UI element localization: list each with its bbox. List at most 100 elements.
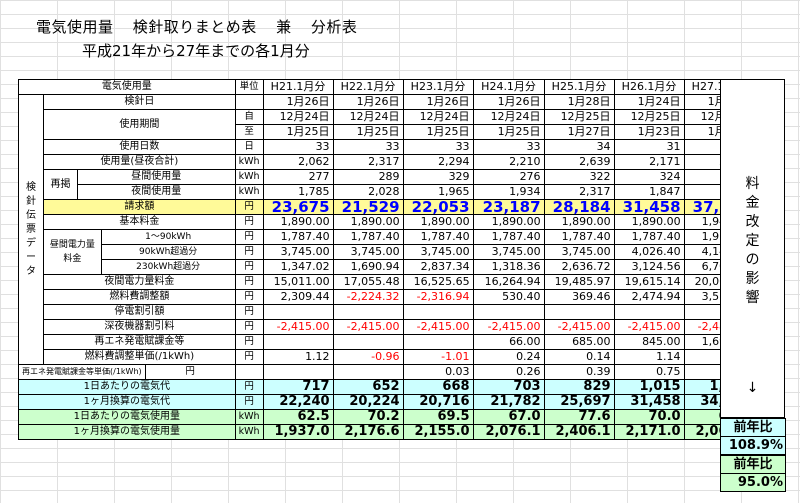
value-cell: 1月26日 — [262, 94, 334, 110]
value-cell: 1,318.36 — [472, 259, 545, 275]
row-unit: kWh — [234, 154, 264, 170]
value-cell: 0.03 — [402, 364, 474, 380]
value-cell: 3,745.00 — [402, 244, 474, 260]
page-title: 電気使用量 検針取りまとめ表 兼 分析表 — [36, 16, 371, 37]
value-cell: 1月25日 — [262, 124, 334, 140]
row-label: 使用日数 — [43, 139, 236, 155]
header-row: 電気使用量 単位 H21.1月分 H22.1月分 H23.1月分 H24.1月分 H25.1… — [18, 79, 755, 95]
value-cell: 2,309.44 — [262, 289, 334, 305]
value-cell: 1月25日 — [472, 124, 545, 140]
value-cell: 1月25日 — [332, 124, 404, 140]
value-cell: 1月26日 — [472, 94, 545, 110]
value-cell: 0.75 — [613, 364, 685, 380]
row-label: 燃料費調整単価(/1kWh) — [43, 349, 236, 365]
value-cell: 31,458 — [613, 394, 685, 410]
value-cell: 12月24日 — [332, 109, 404, 125]
value-cell: 2,062 — [262, 154, 334, 170]
table-row-month: 1ヶ月換算の電気代円 22,240 20,224 20,716 21,782 25,697… — [18, 394, 755, 410]
value-cell: 2,317 — [543, 184, 615, 200]
value-cell: 530.40 — [472, 289, 545, 305]
group-sublabel: 再掲 — [43, 169, 78, 200]
row-label: 1日あたりの電気使用量 — [18, 409, 236, 425]
value-cell: 2,176.6 — [332, 424, 404, 440]
title-part3: 兼 — [276, 18, 292, 36]
table-row-from: 使用期間自 12月24日 12月24日 12月24日 12月24日 12月25日 12月25… — [19, 109, 755, 140]
value-cell: 3,745.00 — [262, 244, 334, 260]
value-cell: 70.0 — [613, 409, 685, 425]
value-cell: 2,837.34 — [402, 259, 474, 275]
value-cell: 33 — [402, 139, 474, 155]
table-row-fuel_adj: 燃料費調整額円 2,309.44 -2,224.32 -2,316.94 530.40 3… — [19, 289, 755, 305]
table-row-use_month: 1ヶ月換算の電気使用量 kWh 1,937.0 2,176.6 2,155.0 2,076… — [18, 424, 755, 440]
value-cell: 1,890.00 — [543, 214, 615, 230]
value-cell: 12月24日 — [402, 109, 474, 125]
value-cell: 829 — [543, 379, 615, 395]
row-label: 停電割引額 — [43, 304, 236, 320]
value-cell: 2,076.1 — [472, 424, 545, 440]
page-subtitle: 平成21年から27年までの各1月分 — [82, 42, 310, 60]
value-cell: 1,690.94 — [332, 259, 404, 275]
row-unit: 円 — [234, 304, 264, 320]
header-unit: 単位 — [234, 79, 264, 95]
table-row-use_day: 1日あたりの電気使用量kWh62.570.269.567.077.670.066… — [18, 409, 755, 425]
table-row-billed: 請求額円 23,675 21,529 22,053 23,187 28,184 31,458… — [19, 199, 755, 215]
header-label: 電気使用量 — [18, 79, 236, 95]
rate-revision-note: 料金改定の影響 ↓ — [720, 79, 785, 418]
value-cell: -2,415.00 — [262, 319, 334, 335]
value-cell: 2,155.0 — [402, 424, 474, 440]
value-cell: 1,787.40 — [613, 229, 685, 245]
value-cell: -2,415.00 — [402, 319, 474, 335]
value-cell — [262, 364, 334, 380]
value-cell: 1月25日 — [402, 124, 474, 140]
value-cell: 1,785 — [262, 184, 334, 200]
row-unit: 円 — [234, 244, 264, 260]
row-unit: 円 — [234, 199, 264, 215]
value-cell: 3,124.56 — [613, 259, 685, 275]
header-col: H24.1月分 — [472, 79, 545, 95]
value-cell: 2,474.94 — [613, 289, 685, 305]
value-cell: 0.39 — [543, 364, 615, 380]
value-cell: -2,415.00 — [332, 319, 404, 335]
value-cell: 2,406.1 — [543, 424, 615, 440]
value-cell: 3,745.00 — [332, 244, 404, 260]
row-label: 検針日 — [43, 94, 236, 110]
row-unit: kWh — [234, 424, 264, 440]
value-cell: 2,171 — [613, 154, 685, 170]
value-cell: 62.5 — [262, 409, 334, 425]
value-cell: 20,716 — [402, 394, 474, 410]
value-cell: 23,187 — [472, 199, 545, 215]
cost-ratio-value: 108.9% — [728, 438, 783, 453]
value-cell — [543, 304, 615, 320]
table-row-kenshin: 検針伝票データ検針日 1月26日 1月26日 1月26日 1月26日 1月28日 1月24日… — [17, 94, 755, 365]
value-cell: -2,415.00 — [472, 319, 545, 335]
value-cell: 17,055.48 — [332, 274, 404, 290]
value-cell — [332, 304, 404, 320]
value-cell: 1月23日 — [613, 124, 685, 140]
value-cell: 4,026.40 — [613, 244, 685, 260]
value-cell: -2,415.00 — [543, 319, 615, 335]
table-row-renew: 再エネ発電賦課金等円66.00685.00845.001,697.00 — [19, 334, 755, 350]
value-cell: 3,745.00 — [543, 244, 615, 260]
value-cell: 12月25日 — [543, 109, 615, 125]
table-row-perday: 1日あたりの電気代円7176526687038291,0151,106 — [18, 379, 755, 395]
value-cell — [472, 304, 545, 320]
row-label: 1ヶ月換算の電気使用量 — [18, 424, 236, 440]
row-label: 90kWh超過分 — [100, 244, 236, 260]
value-cell: 1,847 — [613, 184, 685, 200]
value-cell: 21,782 — [472, 394, 545, 410]
down-arrow-icon: ↓ — [746, 380, 759, 396]
row-unit: kWh — [234, 184, 264, 200]
value-cell: 1,890.00 — [613, 214, 685, 230]
value-cell: -2,316.94 — [402, 289, 474, 305]
value-cell: 652 — [332, 379, 404, 395]
row-unit: 円 — [234, 379, 264, 395]
value-cell: 22,053 — [402, 199, 474, 215]
value-cell: 25,697 — [543, 394, 615, 410]
value-cell: 2,636.72 — [543, 259, 615, 275]
value-cell: 16,264.94 — [472, 274, 545, 290]
value-cell: 717 — [262, 379, 334, 395]
value-cell: 1,787.40 — [543, 229, 615, 245]
value-cell — [332, 334, 404, 350]
row-unit: 日 — [234, 139, 264, 155]
table-row-t2: 90kWh超過分円 3,745.00 3,745.00 3,745.00 3,745.0… — [19, 244, 755, 260]
